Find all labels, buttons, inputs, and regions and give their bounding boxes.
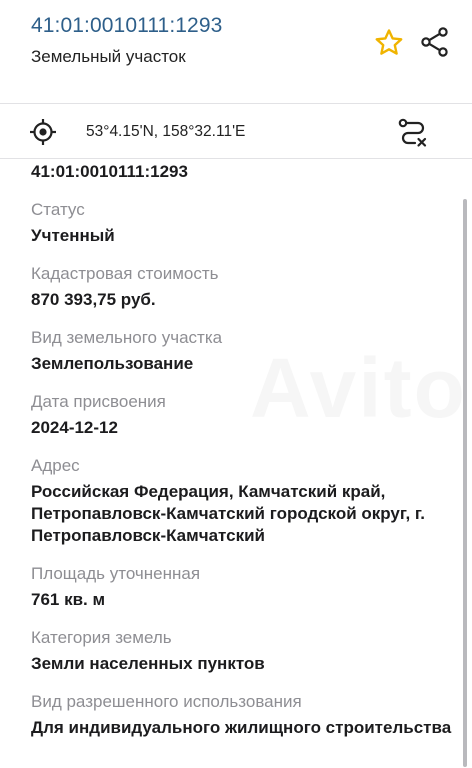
field-label: Вид земельного участка xyxy=(31,328,223,347)
field-label: Дата присвоения xyxy=(31,392,166,411)
field-value: Учтенный xyxy=(31,226,115,245)
object-type-label: Земельный участок xyxy=(31,47,186,66)
field-value: Землепользование xyxy=(31,354,194,373)
share-icon xyxy=(421,27,448,57)
field-land-category: Категория земель Земли населенных пункто… xyxy=(31,627,461,675)
star-icon xyxy=(375,29,403,55)
field-value: Земли населенных пунктов xyxy=(31,654,265,673)
field-address: Адрес Российская Федерация, Камчатский к… xyxy=(31,455,461,547)
favorite-button[interactable] xyxy=(373,27,405,59)
route-button[interactable] xyxy=(397,117,429,149)
field-permitted-use: Вид разрешенного использования Для индив… xyxy=(31,691,461,739)
field-label: Статус xyxy=(31,200,85,219)
details-cadastral-number: 41:01:0010111:1293 xyxy=(31,162,188,181)
crosshair-icon xyxy=(30,119,56,145)
object-header: 41:01:0010111:1293 Земельный участок xyxy=(0,0,472,104)
field-land-type: Вид земельного участка Землепользование xyxy=(31,327,461,375)
field-label: Вид разрешенного использования xyxy=(31,692,302,711)
field-label: Категория земель xyxy=(31,628,172,647)
field-value: Для индивидуального жилищного строительс… xyxy=(31,718,452,737)
field-assignment-date: Дата присвоения 2024-12-12 xyxy=(31,391,461,439)
route-icon xyxy=(398,118,427,147)
coordinates-text[interactable]: 53°4.15'N, 158°32.11'E xyxy=(86,123,245,141)
field-area: Площадь уточненная 761 кв. м xyxy=(31,563,461,611)
field-cadastral-value: Кадастровая стоимость 870 393,75 руб. xyxy=(31,263,461,311)
scrollbar[interactable] xyxy=(463,199,467,767)
coordinates-bar: 53°4.15'N, 158°32.11'E xyxy=(0,104,472,159)
share-button[interactable] xyxy=(419,26,451,58)
field-value: 2024-12-12 xyxy=(31,418,118,437)
field-status: Статус Учтенный xyxy=(31,199,461,247)
field-value: 870 393,75 руб. xyxy=(31,290,156,309)
details-list: 41:01:0010111:1293 Статус Учтенный Кадас… xyxy=(31,160,461,739)
field-value: Российская Федерация, Камчатский край, П… xyxy=(31,482,426,545)
locate-button[interactable] xyxy=(29,118,57,146)
field-value: 761 кв. м xyxy=(31,590,106,609)
field-label: Кадастровая стоимость xyxy=(31,264,219,283)
field-label: Адрес xyxy=(31,456,80,475)
cadastral-number-title: 41:01:0010111:1293 xyxy=(31,14,223,37)
field-label: Площадь уточненная xyxy=(31,564,201,583)
